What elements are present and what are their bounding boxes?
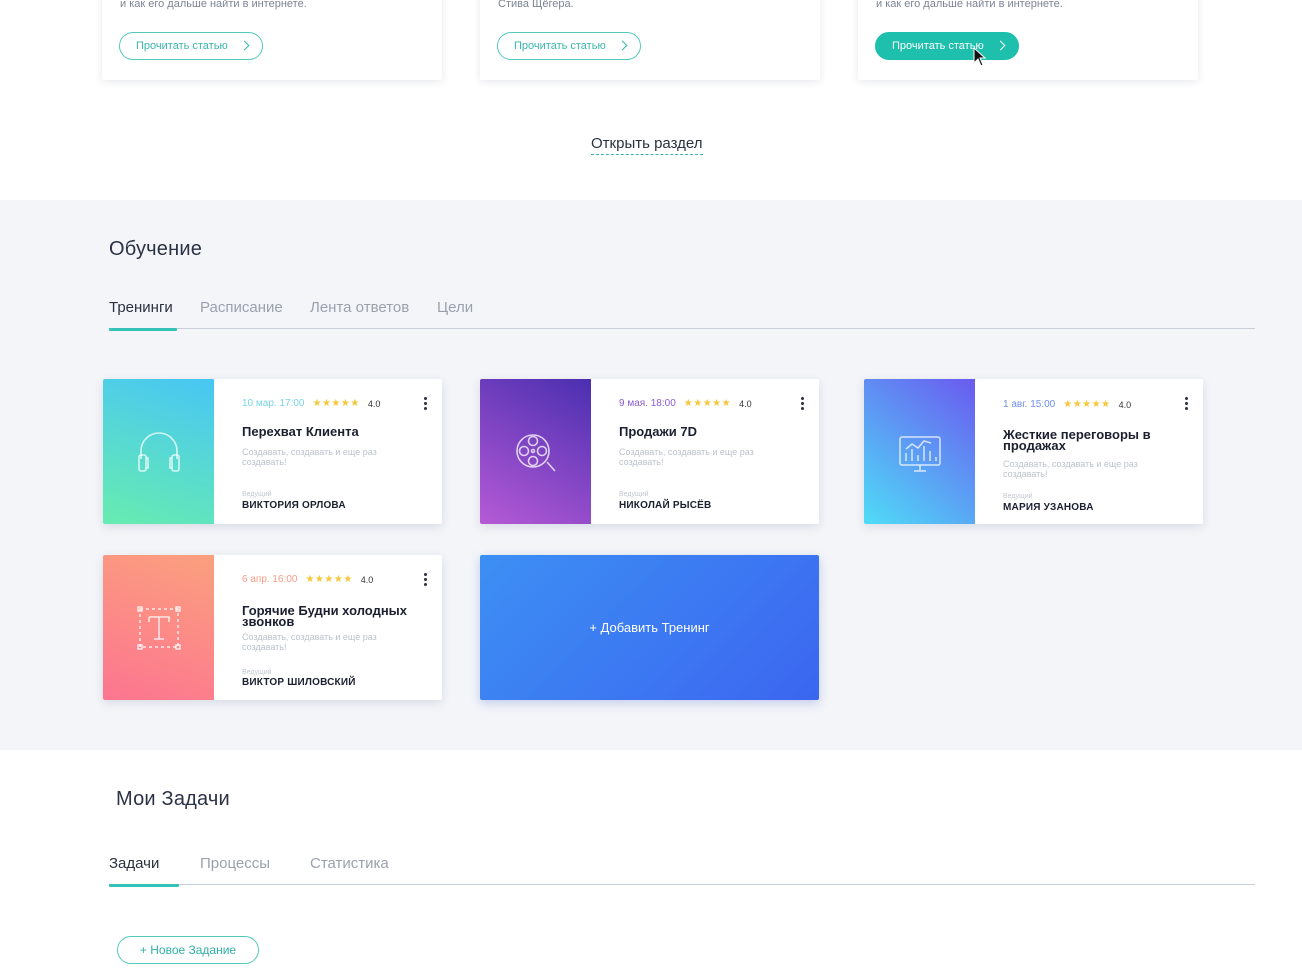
more-options-icon[interactable]: [801, 397, 805, 411]
add-training-button[interactable]: + Добавить Тренинг: [480, 555, 819, 700]
training-description: Создавать, создавать и еще раз создавать…: [1003, 459, 1138, 479]
training-date: 6 апр. 16:00: [242, 574, 298, 585]
training-thumbnail: [103, 379, 214, 524]
training-title: Перехват Клиента: [242, 424, 359, 439]
add-training-label: + Добавить Тренинг: [589, 620, 710, 635]
training-date: 9 мая. 18:00: [619, 398, 676, 409]
more-options-icon[interactable]: [1185, 397, 1189, 411]
host-label: Ведущий: [619, 491, 649, 498]
host-name: ВИКТОР ШИЛОВСКИЙ: [242, 677, 356, 688]
training-date: 1 авг. 15:00: [1003, 399, 1056, 410]
tasks-tabs: Задачи Процессы Статистика: [109, 855, 1255, 887]
training-rating: 4.0: [1118, 399, 1132, 410]
more-options-icon[interactable]: [424, 397, 428, 411]
training-meta: 10 мар. 17:00 ★★★★★ 4.0: [242, 398, 380, 409]
read-article-button[interactable]: Прочитать статью: [119, 32, 263, 60]
training-card[interactable]: 9 мая. 18:00 ★★★★★ 4.0 Продажи 7D Создав…: [480, 379, 819, 524]
read-article-label: Прочитать статью: [514, 40, 606, 52]
training-meta: 9 мая. 18:00 ★★★★★ 4.0: [619, 398, 752, 409]
section-title-tasks: Мои Задачи: [116, 788, 230, 810]
training-title: Продажи 7D: [619, 424, 697, 439]
chevron-right-icon: [995, 40, 1006, 51]
training-meta: 1 авг. 15:00 ★★★★★ 4.0: [1003, 399, 1131, 410]
training-title: Жесткие переговоры в продажах: [1003, 427, 1151, 453]
training-rating: 4.0: [360, 574, 374, 585]
article-card: Стива Щёгера. Прочитать статью: [480, 0, 820, 80]
rating-stars-icon: ★★★★★: [683, 398, 732, 409]
tab-answers-feed[interactable]: Лента ответов: [310, 299, 409, 328]
analytics-monitor-icon: [899, 436, 941, 472]
host-label: Ведущий: [242, 491, 272, 498]
tab-trainings[interactable]: Тренинги: [109, 299, 177, 331]
training-card[interactable]: 1 авг. 15:00 ★★★★★ 4.0 Жесткие переговор…: [864, 379, 1203, 524]
host-name: ВИКТОРИЯ ОРЛОВА: [242, 500, 346, 511]
article-snippet: и как его дальше найти в интернете.: [876, 0, 1063, 10]
rating-stars-icon: ★★★★★: [1063, 399, 1111, 410]
training-rating: 4.0: [367, 398, 381, 409]
training-card[interactable]: 10 мар. 17:00 ★★★★★ 4.0 Перехват Клиента…: [103, 379, 442, 524]
rating-stars-icon: ★★★★★: [305, 574, 353, 585]
host-name: НИКОЛАЙ РЫСЁВ: [619, 500, 712, 511]
mouse-cursor-icon: [973, 47, 987, 67]
read-article-label: Прочитать статью: [892, 40, 984, 52]
article-snippet: Стива Щёгера.: [498, 0, 574, 10]
training-description: Создавать, создавать и еще раз создавать…: [619, 447, 754, 467]
new-task-button[interactable]: + Новое Задание: [117, 936, 259, 964]
article-card: и как его дальше найти в интернете. Проч…: [858, 0, 1198, 80]
read-article-label: Прочитать статью: [136, 40, 228, 52]
more-options-icon[interactable]: [424, 573, 428, 587]
host-name: МАРИЯ УЗАНОВА: [1003, 502, 1094, 513]
rating-stars-icon: ★★★★★: [312, 398, 360, 409]
training-description: Создавать, создавать и еще раз создавать…: [242, 632, 377, 652]
training-thumbnail: [480, 379, 591, 524]
section-title-training: Обучение: [109, 238, 203, 260]
training-meta: 6 апр. 16:00 ★★★★★ 4.0: [242, 574, 373, 585]
article-card: и как его дальше найти в интернете. Проч…: [102, 0, 442, 80]
host-label: Ведущий: [1003, 493, 1033, 500]
read-article-button[interactable]: Прочитать статью: [497, 32, 641, 60]
tab-statistics[interactable]: Статистика: [310, 855, 389, 884]
open-section-link[interactable]: Открыть раздел: [591, 135, 703, 155]
training-tabs: Тренинги Расписание Лента ответов Цели: [109, 299, 1255, 331]
training-thumbnail: [103, 555, 214, 700]
tab-tasks[interactable]: Задачи: [109, 855, 180, 887]
training-description: Создавать, создавать и еще раз создавать…: [242, 447, 377, 467]
read-article-button[interactable]: Прочитать статью: [875, 32, 1019, 60]
training-rating: 4.0: [739, 398, 752, 409]
film-reel-icon: [516, 434, 556, 472]
training-date: 10 мар. 17:00: [242, 398, 305, 409]
chevron-right-icon: [239, 40, 250, 51]
training-thumbnail: [864, 379, 975, 524]
chevron-right-icon: [617, 40, 628, 51]
training-card[interactable]: 6 апр. 16:00 ★★★★★ 4.0 Горячие Будни хол…: [103, 555, 442, 700]
host-label: Ведущий: [242, 669, 272, 676]
tab-schedule[interactable]: Расписание: [200, 299, 283, 328]
tab-processes[interactable]: Процессы: [200, 855, 270, 884]
tab-goals[interactable]: Цели: [437, 299, 473, 328]
text-frame-icon: [137, 606, 181, 650]
article-snippet: и как его дальше найти в интернете.: [120, 0, 307, 10]
training-title: Горячие Будни холодных звонков: [242, 603, 408, 629]
headphones-icon: [138, 432, 180, 472]
